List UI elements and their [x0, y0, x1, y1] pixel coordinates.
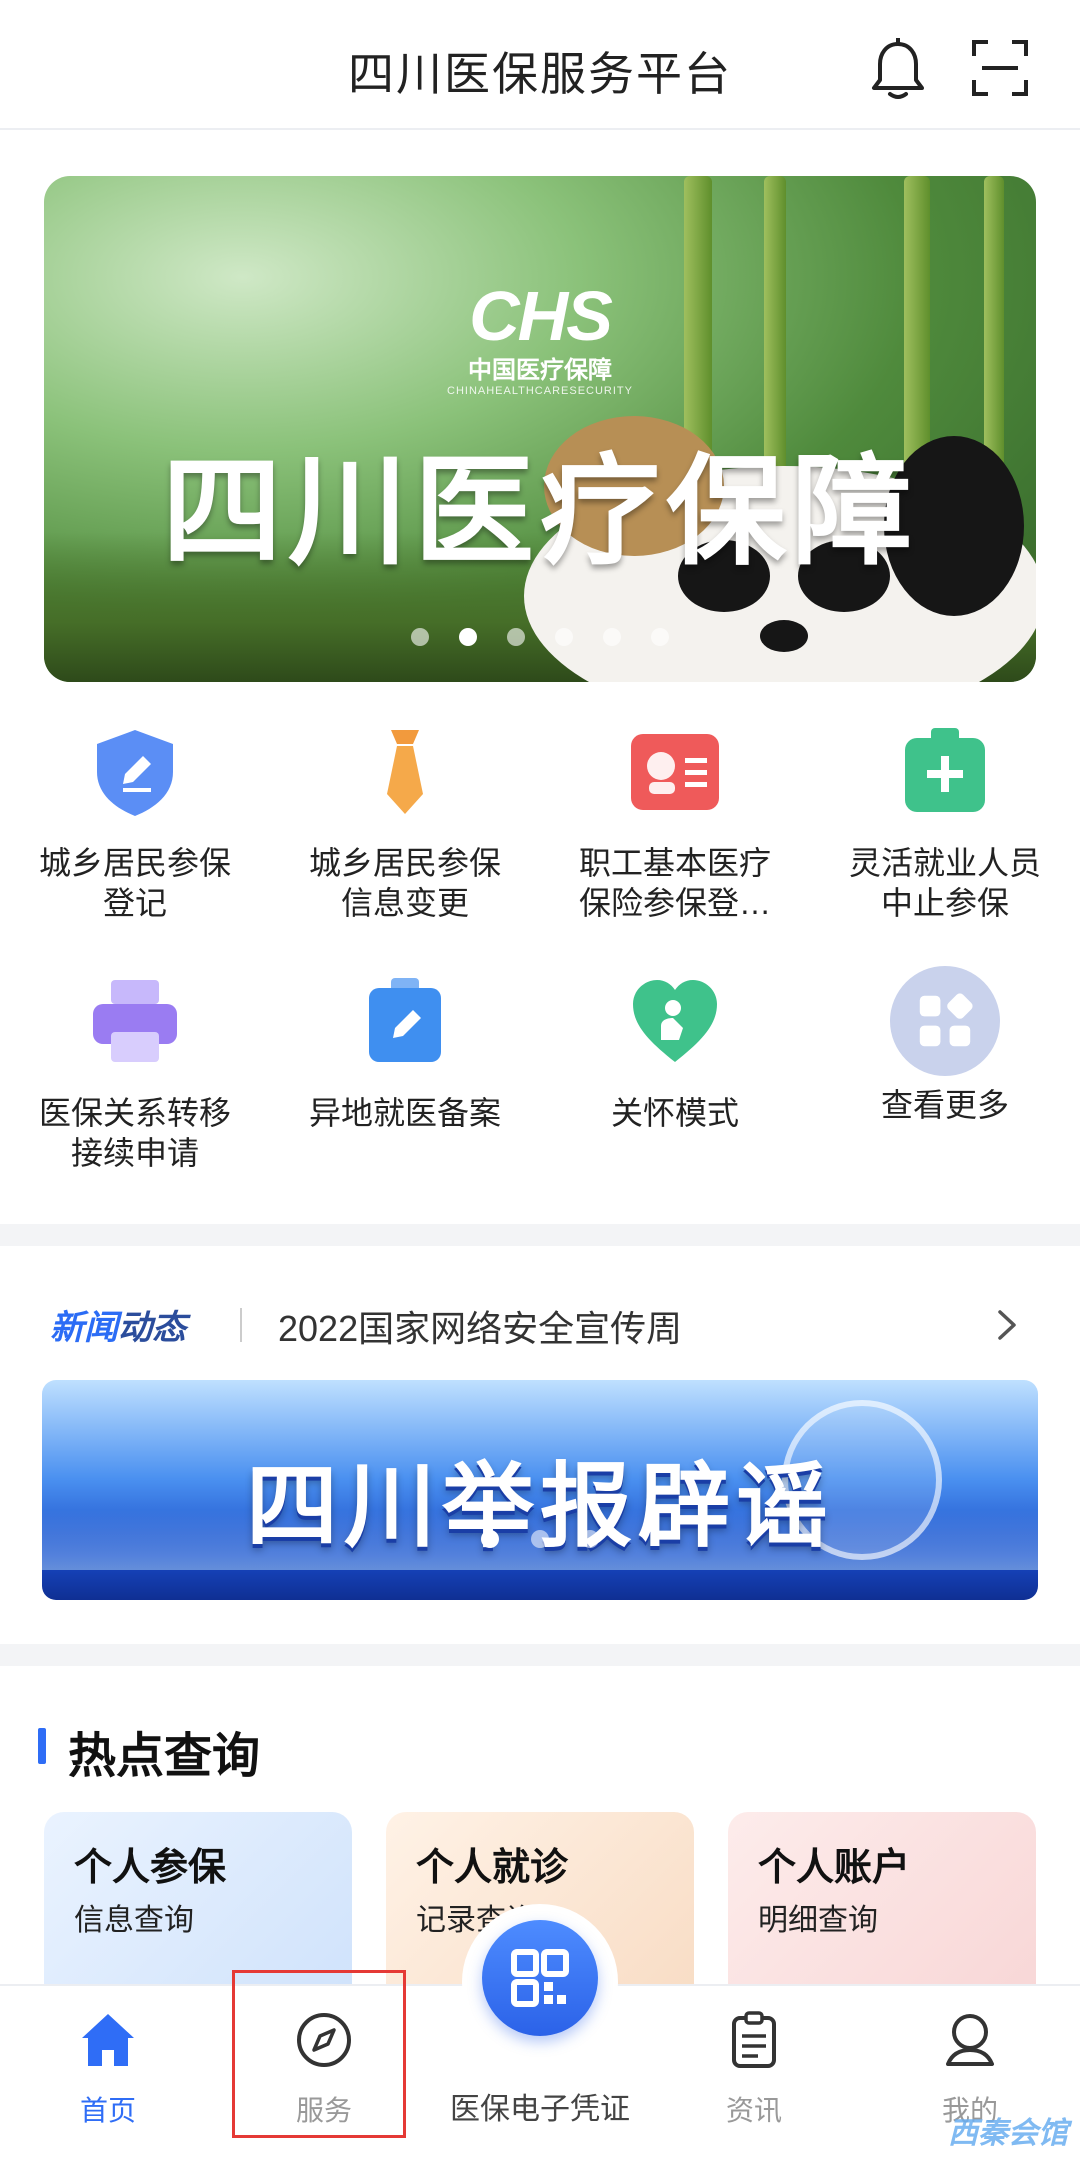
- hot-query-title: 热点查询: [68, 1730, 261, 1783]
- query-card-title: 个人账户: [758, 1847, 911, 1889]
- service-item[interactable]: 关怀模式: [540, 974, 810, 1133]
- pagination-dot[interactable]: [507, 628, 525, 646]
- service-item[interactable]: 职工基本医疗 保险参保登…: [540, 724, 810, 923]
- service-item[interactable]: 查看更多: [810, 966, 1080, 1125]
- tab-label: 首页: [79, 2095, 136, 2126]
- pagination-dot[interactable]: [481, 1530, 499, 1548]
- clipboard-edit-icon: [369, 978, 441, 1062]
- section-divider: [0, 1644, 1080, 1666]
- service-label: 医保关系转移 接续申请: [38, 1095, 231, 1171]
- pagination-dot[interactable]: [531, 1530, 549, 1548]
- service-item[interactable]: 城乡居民参保 信息变更: [270, 724, 540, 923]
- tab-news[interactable]: 资讯: [664, 2010, 844, 2129]
- bell-icon[interactable]: [870, 38, 926, 100]
- e-voucher-label: 医保电子凭证: [450, 2093, 630, 2126]
- news-ticker[interactable]: 新闻动态 2022国家网络安全宣传周: [44, 1296, 1036, 1356]
- pagination-dot[interactable]: [459, 628, 477, 646]
- user-icon: [946, 2014, 994, 2066]
- home-icon: [82, 2014, 134, 2066]
- watermark: 西秦会馆: [948, 2117, 1068, 2150]
- pagination-dot[interactable]: [581, 1530, 599, 1548]
- qr-code-icon: [511, 1949, 569, 2007]
- section-divider: [0, 1224, 1080, 1246]
- medical-kit-icon: [905, 728, 985, 812]
- title-accent-bar: [38, 1728, 46, 1764]
- banner-headline: 四川医疗保障: [162, 445, 918, 579]
- news-banner[interactable]: 四川举报辟谣: [42, 1380, 1038, 1600]
- query-card[interactable]: 个人账户 明细查询: [728, 1812, 1036, 2012]
- chs-logo: CHS 中国医疗保障 CHINAHEALTHCARESECURITY: [447, 277, 633, 397]
- hero-banner[interactable]: CHS 中国医疗保障 CHINAHEALTHCARESECURITY 四川医疗保…: [44, 176, 1036, 682]
- service-item[interactable]: 城乡居民参保 登记: [0, 724, 270, 923]
- id-card-icon: [631, 734, 719, 810]
- news-pagination: [42, 1530, 1038, 1553]
- heart-care-icon: [633, 980, 717, 1062]
- service-item[interactable]: 灵活就业人员 中止参保: [810, 724, 1080, 923]
- news-tag: 新闻动态: [50, 1309, 186, 1347]
- banner-pagination: [44, 628, 1036, 651]
- chevron-right-icon: [998, 1310, 1016, 1340]
- news-headline: 2022国家网络安全宣传周: [278, 1308, 683, 1349]
- query-card-title: 个人参保: [74, 1847, 227, 1889]
- pagination-dot[interactable]: [555, 628, 573, 646]
- tie-icon: [387, 730, 423, 814]
- service-label: 灵活就业人员 中止参保: [848, 845, 1041, 921]
- annotation-highlight: [232, 1970, 406, 2138]
- tab-home[interactable]: 首页: [18, 2010, 198, 2129]
- service-label: 异地就医备案: [308, 1095, 501, 1131]
- service-label: 关怀模式: [610, 1095, 739, 1131]
- e-voucher-circle: [482, 1920, 598, 2036]
- printer-icon: [93, 980, 177, 1062]
- news-separator: [240, 1308, 242, 1342]
- service-label: 城乡居民参保 登记: [38, 845, 231, 921]
- service-item[interactable]: 医保关系转移 接续申请: [0, 974, 270, 1173]
- pagination-dot[interactable]: [411, 628, 429, 646]
- clipboard-icon: [732, 2011, 776, 2068]
- service-label: 城乡居民参保 信息变更: [308, 845, 501, 921]
- query-card-subtitle: 明细查询: [758, 1904, 878, 1937]
- query-card-title: 个人就诊: [416, 1847, 569, 1889]
- e-voucher-button[interactable]: [462, 1904, 618, 2060]
- top-header: 四川医保服务平台: [0, 0, 1080, 130]
- service-item[interactable]: 异地就医备案: [270, 974, 540, 1133]
- tab-label: 资讯: [725, 2095, 782, 2126]
- pagination-dot[interactable]: [651, 628, 669, 646]
- more-apps-icon: [890, 966, 1000, 1076]
- query-card-subtitle: 信息查询: [74, 1904, 194, 1937]
- service-label: 查看更多: [880, 1087, 1009, 1123]
- service-label: 职工基本医疗 保险参保登…: [578, 845, 771, 921]
- shield-edit-icon: [97, 730, 173, 816]
- scan-icon[interactable]: [972, 40, 1028, 96]
- pagination-dot[interactable]: [603, 628, 621, 646]
